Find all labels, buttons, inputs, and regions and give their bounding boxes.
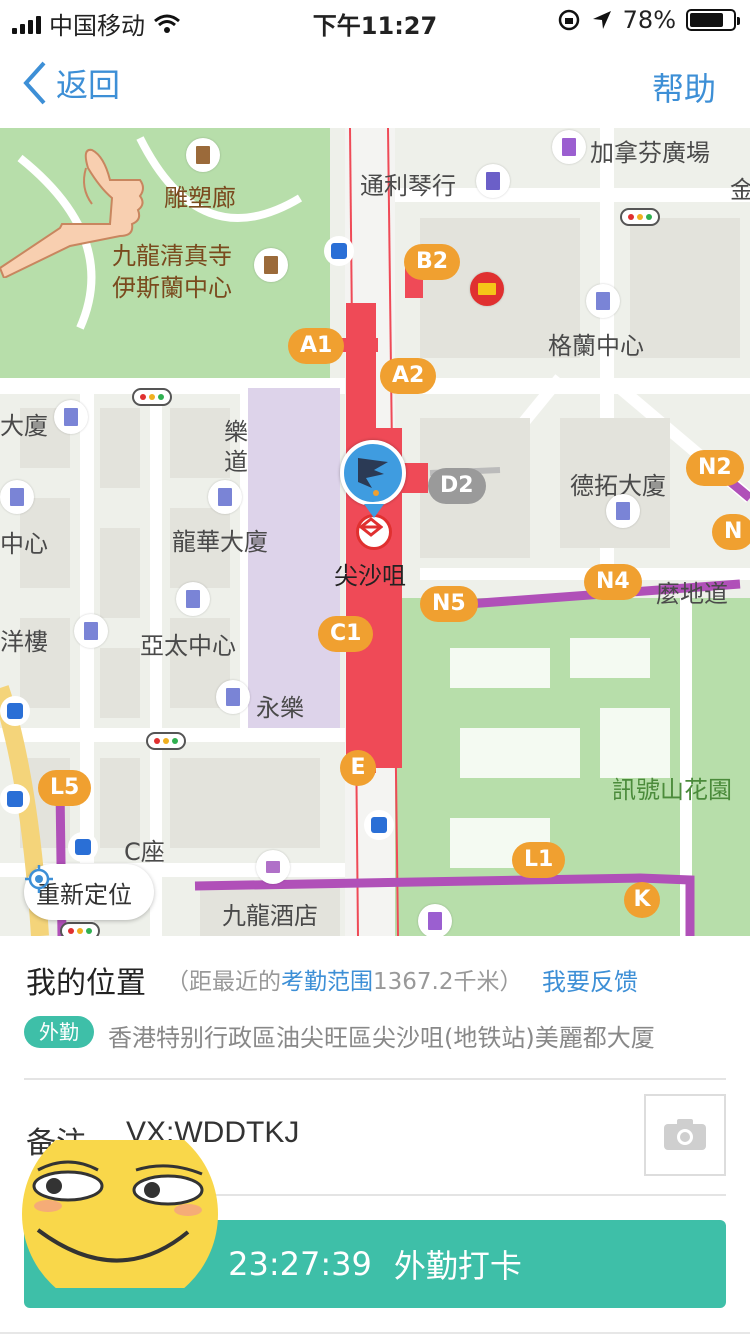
exit-marker[interactable]: D2 <box>428 468 486 504</box>
traffic-light-icon <box>146 732 186 750</box>
building-icon[interactable] <box>54 400 88 434</box>
exit-marker[interactable]: B2 <box>404 244 461 280</box>
status-right: 78% <box>557 6 740 34</box>
map-view[interactable]: 雕塑廊 九龍清真寺 伊斯蘭中心 通利琴行 加拿芬廣場 金 格蘭中心 樂 道 大廈… <box>0 128 750 936</box>
map-label-signal-hill: 訊號山花園 <box>612 776 732 804</box>
bus-stop-icon[interactable] <box>0 696 30 726</box>
traffic-light-icon <box>620 208 660 226</box>
field-work-badge: 外勤 <box>24 1016 94 1048</box>
map-label-canadian-plaza: 加拿芬廣場 <box>590 139 710 167</box>
distance-suffix: 1367.2千米） <box>373 969 523 995</box>
locate-crosshair-icon <box>25 865 53 893</box>
exit-marker[interactable]: A1 <box>288 328 345 364</box>
distance-note: （距最近的考勤范围1367.2千米） <box>166 962 522 996</box>
traffic-light-icon <box>132 388 172 406</box>
map-label-ocean-building: 洋樓 <box>0 628 48 656</box>
shopping-bag-icon[interactable] <box>418 904 452 936</box>
thumbs-up-sticker-icon <box>0 148 144 278</box>
clock-in-time: 23:27:39 <box>228 1245 372 1283</box>
building-icon[interactable] <box>74 614 108 648</box>
map-label-wing-lok: 永樂 <box>256 694 304 722</box>
bus-stop-icon[interactable] <box>0 784 30 814</box>
traffic-light-icon <box>60 922 100 936</box>
relocate-button[interactable]: 重新定位 <box>24 864 154 920</box>
building-icon[interactable] <box>586 284 620 318</box>
map-label-sculpture-gallery: 雕塑廊 <box>164 184 236 212</box>
hotel-icon[interactable] <box>256 850 290 884</box>
bus-stop-icon[interactable] <box>364 810 394 840</box>
rotation-lock-icon <box>558 9 579 31</box>
avatar-icon <box>358 458 388 496</box>
current-location-pin[interactable] <box>340 440 406 506</box>
map-label-asia-centre: 亞太中心 <box>140 632 236 660</box>
shopping-bag-icon[interactable] <box>552 130 586 164</box>
exit-marker[interactable]: K <box>624 882 660 918</box>
exit-marker[interactable]: N4 <box>584 564 642 600</box>
map-label-grand-centre: 格蘭中心 <box>548 332 644 360</box>
mcdonalds-icon[interactable] <box>470 272 504 306</box>
attendance-range-link[interactable]: 考勤范围 <box>281 969 373 995</box>
camera-button[interactable] <box>644 1094 726 1176</box>
help-button[interactable]: 帮助 <box>652 64 716 110</box>
exit-marker[interactable]: N2 <box>686 450 744 486</box>
chevron-left-icon <box>23 61 46 105</box>
map-label-tsim-sha-tsui: 尖沙咀 <box>334 562 406 590</box>
distance-prefix: （距最近的 <box>166 969 281 995</box>
battery-fill <box>690 13 723 27</box>
map-label-mody-road: 麼地道 <box>656 580 728 608</box>
map-label-c-block: C座 <box>124 838 165 866</box>
shop-icon[interactable] <box>476 164 510 198</box>
nav-bar: 返回 帮助 <box>0 40 750 128</box>
location-arrow-icon <box>592 11 611 29</box>
divider <box>24 1078 726 1080</box>
map-label-left-tower: 大廈 <box>0 412 48 440</box>
back-label: 返回 <box>56 66 121 104</box>
bus-stop-icon[interactable] <box>324 236 354 266</box>
map-label-dao: 道 <box>224 448 248 476</box>
pin-tail-icon <box>364 504 384 518</box>
battery-percent: 78% <box>622 6 676 34</box>
map-label-corner: 金 <box>730 176 750 204</box>
smirk-emoji-sticker-icon <box>22 1140 218 1288</box>
building-icon[interactable] <box>176 582 210 616</box>
camera-icon <box>664 1119 706 1150</box>
feedback-link[interactable]: 我要反馈 <box>542 962 638 997</box>
exit-marker[interactable]: E <box>340 750 376 786</box>
address-text: 香港特别行政區油尖旺區尖沙咀(地铁站)美麗都大厦 <box>108 1024 655 1052</box>
building-icon[interactable] <box>216 680 250 714</box>
building-icon[interactable] <box>0 480 34 514</box>
battery-icon <box>686 9 740 31</box>
mosque-icon[interactable] <box>254 248 288 282</box>
my-location-title: 我的位置 <box>26 966 146 1001</box>
exit-marker[interactable]: C1 <box>318 616 374 652</box>
back-button[interactable]: 返回 <box>22 60 120 106</box>
map-label-left-centre: 中心 <box>0 530 48 558</box>
exit-marker[interactable]: A2 <box>380 358 437 394</box>
exit-marker[interactable]: N <box>712 514 750 550</box>
map-label-dragon-tower: 龍華大廈 <box>172 528 268 556</box>
exit-marker[interactable]: N5 <box>420 586 478 622</box>
pavilion-icon[interactable] <box>186 138 220 172</box>
building-icon[interactable] <box>208 480 242 514</box>
map-label-kowloon-hotel: 九龍酒店 <box>222 902 318 930</box>
bus-stop-icon[interactable] <box>68 832 98 862</box>
building-icon[interactable] <box>606 494 640 528</box>
status-bar: 中国移动 下午11:27 78% <box>0 0 750 40</box>
map-label-tom-lee: 通利琴行 <box>360 172 456 200</box>
exit-marker[interactable]: L1 <box>512 842 566 878</box>
exit-marker[interactable]: L5 <box>38 770 92 806</box>
mtr-station-icon[interactable] <box>356 514 392 550</box>
clock-in-label: 外勤打卡 <box>393 1247 522 1285</box>
